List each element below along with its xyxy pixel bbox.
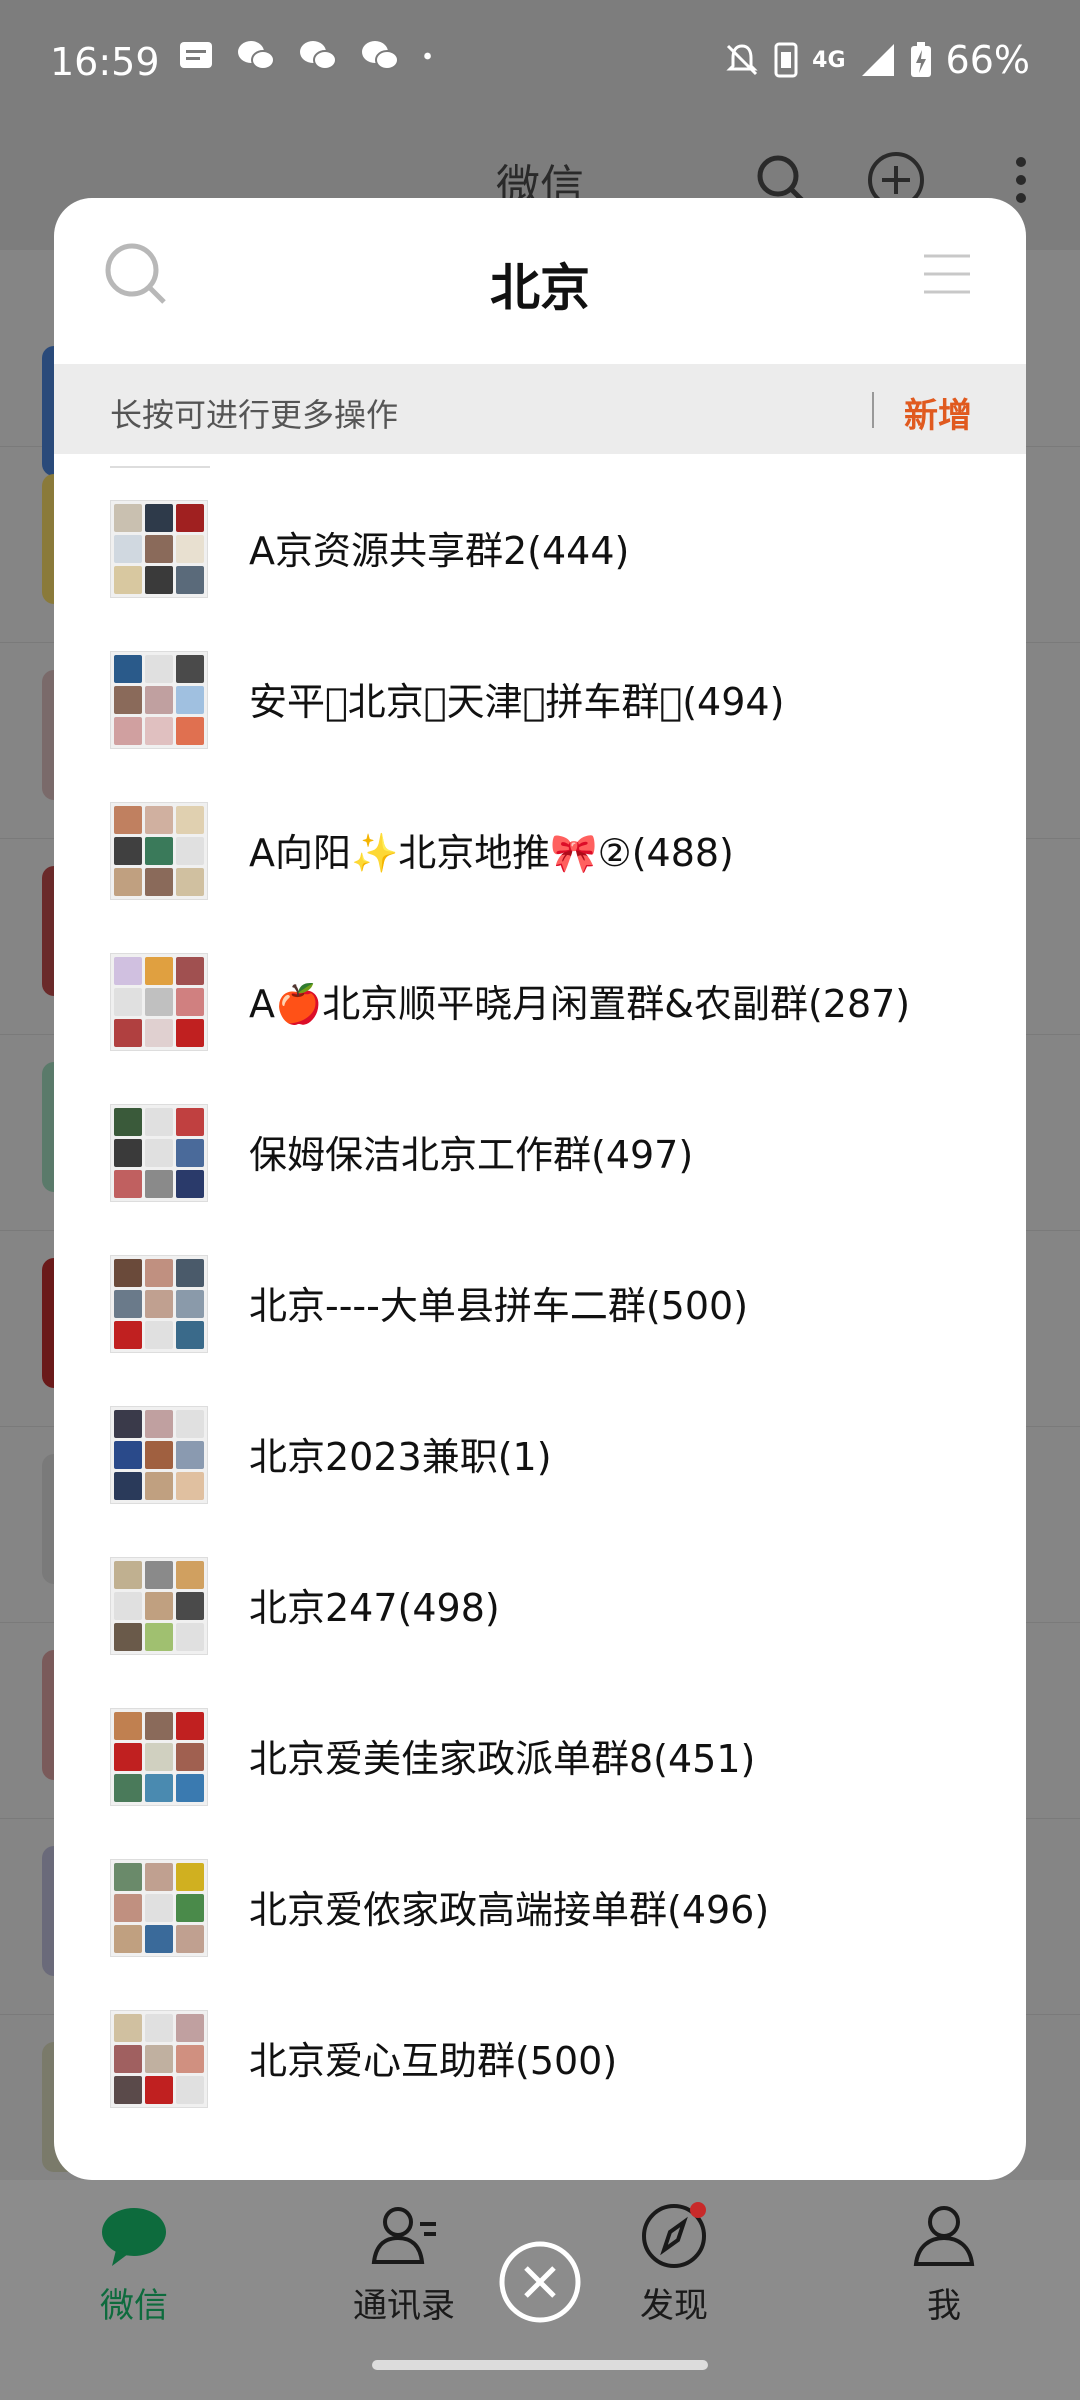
nav-label: 我 bbox=[927, 2286, 961, 2326]
compass-icon bbox=[642, 2202, 706, 2268]
profile-icon bbox=[913, 2206, 975, 2266]
signal-icon bbox=[861, 44, 894, 76]
group-avatar bbox=[110, 2010, 208, 2108]
nav-label: 通讯录 bbox=[353, 2286, 455, 2326]
close-icon[interactable] bbox=[498, 2240, 582, 2324]
group-avatar bbox=[110, 1859, 208, 1957]
hint-text: 长按可进行更多操作 bbox=[110, 396, 399, 434]
nav-item-wechat[interactable]: 微信 bbox=[34, 2200, 234, 2327]
nav-label: 微信 bbox=[100, 2286, 168, 2326]
menu-icon[interactable] bbox=[922, 250, 972, 300]
list-item[interactable]: 安平 北京 天津 拼车群 (494) bbox=[54, 625, 1026, 776]
mute-icon bbox=[726, 44, 758, 76]
group-avatar bbox=[110, 1255, 208, 1353]
group-name: 北京爱美佳家政派单群8(451) bbox=[249, 1737, 756, 1781]
group-name: 北京2023兼职(1) bbox=[249, 1435, 552, 1479]
group-name: A向阳✨北京地推🎀②(488) bbox=[249, 831, 734, 875]
nav-item-discover[interactable]: 发现 bbox=[574, 2200, 774, 2327]
group-name: 安平 北京 天津 拼车群 (494) bbox=[249, 680, 785, 724]
list-item[interactable]: A向阳✨北京地推🎀②(488) bbox=[54, 776, 1026, 927]
dot-icon bbox=[424, 52, 431, 60]
status-time: 16:59 bbox=[50, 40, 160, 84]
nav-item-contacts[interactable]: 通讯录 bbox=[304, 2200, 504, 2327]
group-avatar bbox=[110, 1557, 208, 1655]
group-name: 北京爱侬家政高端接单群(496) bbox=[249, 1888, 770, 1932]
contacts-icon bbox=[371, 2207, 436, 2264]
list-item[interactable]: 北京爱美佳家政派单群8(451) bbox=[54, 1682, 1026, 1833]
group-list[interactable]: A京资源共享群2(444) 安平 北京 天津 拼车群 (494) A向阳✨北京地推🎀… bbox=[54, 454, 1026, 2180]
group-name: 保姆保洁北京工作群(497) bbox=[249, 1133, 694, 1177]
sim-icon bbox=[774, 42, 798, 78]
wechat-icon bbox=[300, 41, 337, 70]
modal-header: 北京 bbox=[54, 198, 1026, 364]
group-name: 北京----大单县拼车二群(500) bbox=[249, 1284, 749, 1328]
notification-icons bbox=[178, 38, 442, 74]
group-avatar bbox=[110, 651, 208, 749]
battery-icon bbox=[910, 42, 931, 77]
modal-title: 北京 bbox=[490, 259, 590, 317]
group-avatar bbox=[110, 1708, 208, 1806]
partial-list-item bbox=[110, 454, 210, 468]
group-filter-modal: 北京 长按可进行更多操作 新增 A京资源共享群2(444) 安平 北京 天津 拼车… bbox=[54, 198, 1026, 2180]
hint-bar: 长按可进行更多操作 新增 bbox=[54, 364, 1026, 454]
add-button[interactable]: 新增 bbox=[904, 388, 972, 437]
list-item[interactable]: 北京爱侬家政高端接单群(496) bbox=[54, 1833, 1026, 1984]
wechat-icon bbox=[238, 41, 275, 70]
group-avatar bbox=[110, 1406, 208, 1504]
battery-percent: 66% bbox=[945, 38, 1030, 82]
chat-icon bbox=[102, 2208, 166, 2266]
group-name: 北京247(498) bbox=[249, 1586, 500, 1630]
list-item[interactable]: 北京247(498) bbox=[54, 1531, 1026, 1682]
wechat-icon bbox=[362, 41, 399, 70]
group-avatar bbox=[110, 1104, 208, 1202]
nav-item-me[interactable]: 我 bbox=[844, 2200, 1044, 2327]
group-name: 北京爱心互助群(500) bbox=[249, 2039, 618, 2083]
group-avatar bbox=[110, 500, 208, 598]
message-icon bbox=[180, 42, 212, 68]
list-item[interactable]: A京资源共享群2(444) bbox=[54, 474, 1026, 625]
group-name: A京资源共享群2(444) bbox=[249, 529, 630, 573]
list-item[interactable]: 保姆保洁北京工作群(497) bbox=[54, 1078, 1026, 1229]
system-icons: 4G 66% bbox=[724, 38, 1030, 82]
status-bar: 16:59 4G 66% bbox=[0, 0, 1080, 126]
nav-label: 发现 bbox=[640, 2286, 708, 2326]
group-name: A🍎北京顺平晓月闲置群&农副群(287) bbox=[249, 982, 911, 1026]
network-type: 4G bbox=[812, 47, 846, 73]
group-avatar bbox=[110, 953, 208, 1051]
list-item[interactable]: 北京爱心互助群(500) bbox=[54, 1984, 1026, 2135]
divider bbox=[872, 392, 874, 428]
group-avatar bbox=[110, 802, 208, 900]
list-item[interactable]: 北京2023兼职(1) bbox=[54, 1380, 1026, 1531]
list-item[interactable]: A🍎北京顺平晓月闲置群&农副群(287) bbox=[54, 927, 1026, 1078]
list-item[interactable]: 北京----大单县拼车二群(500) bbox=[54, 1229, 1026, 1380]
home-indicator[interactable] bbox=[372, 2360, 708, 2370]
